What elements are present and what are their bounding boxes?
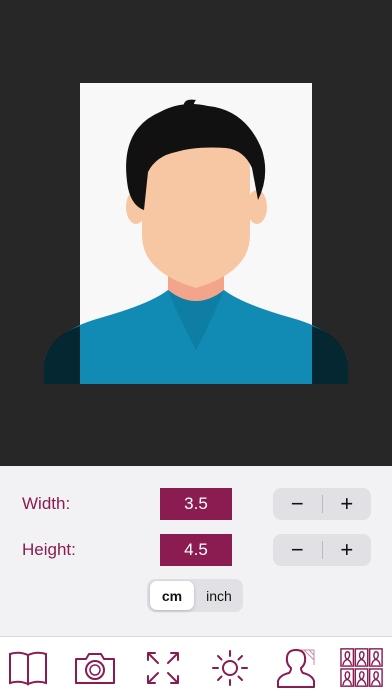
guide-button[interactable] (6, 646, 50, 690)
width-value[interactable]: 3.5 (160, 488, 232, 520)
width-stepper[interactable]: − + (273, 488, 371, 520)
photo-preview[interactable] (0, 0, 392, 466)
unit-option-inch[interactable]: inch (197, 581, 241, 610)
bottom-toolbar (0, 636, 392, 697)
overflow-shade-left (44, 326, 80, 384)
person-silhouette-icon (277, 649, 315, 688)
height-stepper[interactable]: − + (273, 534, 371, 566)
height-increment-button[interactable]: + (323, 534, 372, 566)
height-value[interactable]: 4.5 (160, 534, 232, 566)
unit-option-cm[interactable]: cm (150, 581, 194, 610)
width-label: Width: (22, 494, 71, 513)
width-decrement-button[interactable]: − (273, 488, 322, 520)
width-increment-button[interactable]: + (323, 488, 372, 520)
resize-button[interactable] (141, 646, 185, 690)
brightness-icon (212, 650, 248, 686)
background-button[interactable] (274, 646, 318, 690)
print-layout-button[interactable] (340, 646, 384, 690)
overflow-shade-right (312, 326, 348, 384)
expand-icon (147, 652, 179, 684)
unit-segmented-control: cm inch (147, 579, 243, 612)
portrait-illustration (44, 83, 348, 384)
camera-icon (75, 653, 115, 684)
height-decrement-button[interactable]: − (273, 534, 322, 566)
book-icon (9, 651, 47, 686)
height-label: Height: (22, 540, 76, 559)
size-controls: Width: 3.5 − + Height: 4.5 − + cm inch (0, 466, 392, 636)
camera-button[interactable] (73, 646, 117, 690)
brightness-button[interactable] (208, 646, 252, 690)
photo-grid-icon (340, 648, 383, 687)
